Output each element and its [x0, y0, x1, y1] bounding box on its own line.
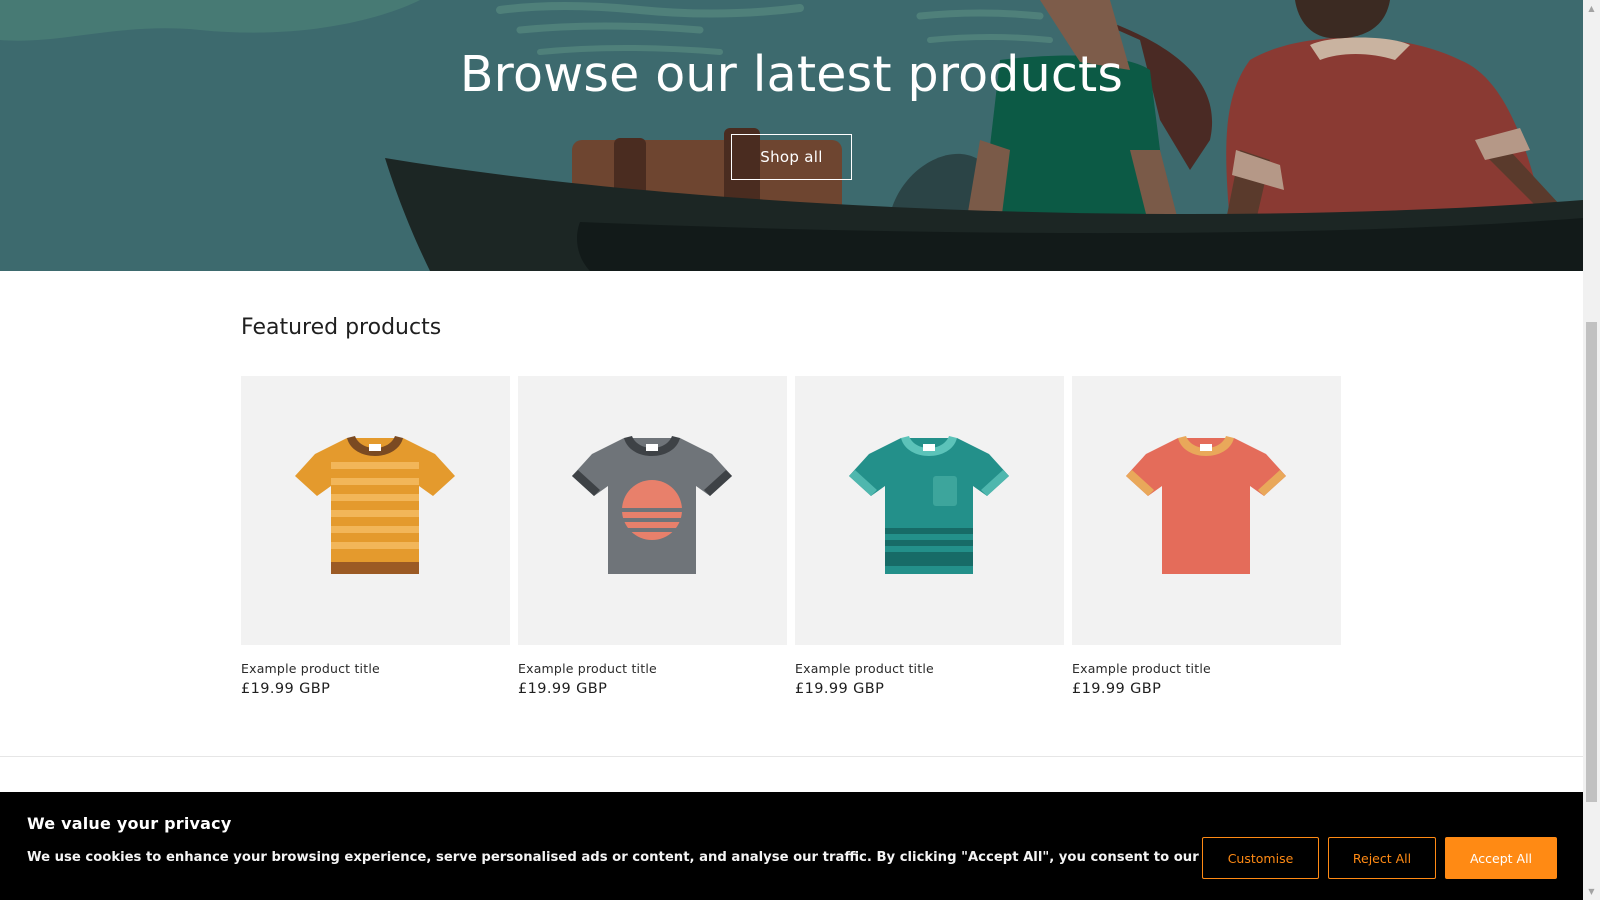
- shop-all-button[interactable]: Shop all: [731, 134, 852, 180]
- product-price: £19.99 GBP: [518, 681, 608, 697]
- product-title[interactable]: Example product title: [241, 661, 380, 676]
- tshirt-icon: [572, 436, 732, 574]
- hero-title: Browse our latest products: [459, 46, 1124, 103]
- cookie-banner-title: We value your privacy: [27, 814, 232, 833]
- accept-all-button[interactable]: Accept All: [1445, 837, 1557, 879]
- product-image[interactable]: [1072, 376, 1341, 645]
- customise-button[interactable]: Customise: [1202, 837, 1319, 879]
- featured-products-heading: Featured products: [241, 315, 442, 340]
- product-price: £19.99 GBP: [241, 681, 331, 697]
- hero-banner: Browse our latest products Shop all: [0, 0, 1583, 271]
- vertical-scrollbar[interactable]: ▲ ▼: [1583, 0, 1600, 900]
- product-title[interactable]: Example product title: [518, 661, 657, 676]
- reject-all-button[interactable]: Reject All: [1328, 837, 1436, 879]
- product-price: £19.99 GBP: [795, 681, 885, 697]
- product-image[interactable]: [518, 376, 787, 645]
- tshirt-icon: [1126, 436, 1286, 574]
- product-grid: Example product title £19.99 GBP Example…: [241, 376, 1341, 706]
- product-title[interactable]: Example product title: [795, 661, 934, 676]
- tshirt-icon: [295, 436, 455, 574]
- product-card[interactable]: Example product title £19.99 GBP: [518, 376, 787, 706]
- tshirt-icon: [849, 436, 1009, 574]
- product-card[interactable]: Example product title £19.99 GBP: [241, 376, 510, 706]
- product-image[interactable]: [795, 376, 1064, 645]
- scroll-up-icon[interactable]: ▲: [1583, 0, 1600, 17]
- scroll-down-icon[interactable]: ▼: [1583, 883, 1600, 900]
- scrollbar-thumb[interactable]: [1586, 322, 1597, 802]
- cookie-banner-text: We use cookies to enhance your browsing …: [27, 850, 1315, 865]
- product-card[interactable]: Example product title £19.99 GBP: [1072, 376, 1341, 706]
- section-divider: [0, 756, 1583, 757]
- product-image[interactable]: [241, 376, 510, 645]
- product-card[interactable]: Example product title £19.99 GBP: [795, 376, 1064, 706]
- cookie-consent-banner: We value your privacy We use cookies to …: [0, 792, 1583, 900]
- product-title[interactable]: Example product title: [1072, 661, 1211, 676]
- product-price: £19.99 GBP: [1072, 681, 1162, 697]
